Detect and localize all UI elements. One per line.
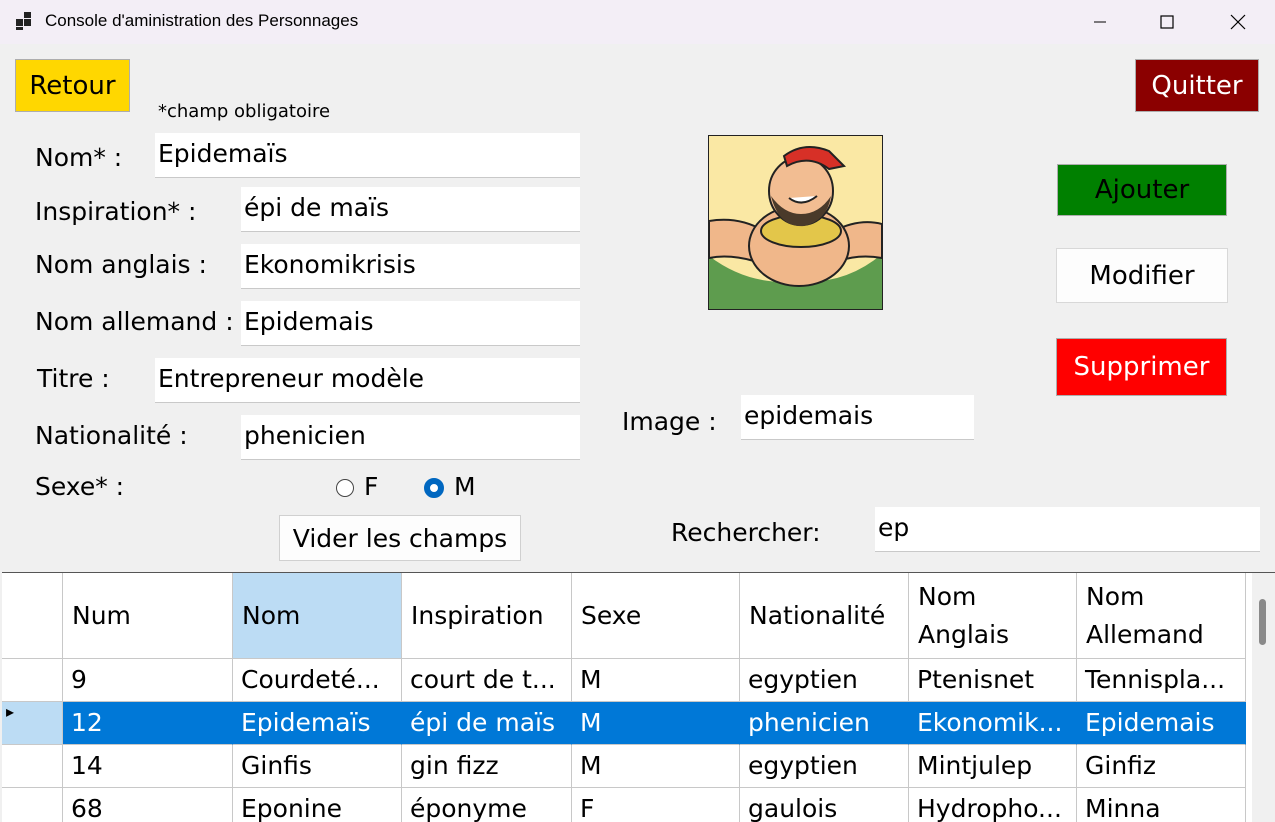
- grid-cell-inspiration[interactable]: épi de maïs: [402, 702, 572, 745]
- title-bar: Console d'aministration des Personnages: [0, 0, 1275, 44]
- search-input[interactable]: ep: [875, 507, 1260, 552]
- grid-header-text: Nom Allemand: [1086, 578, 1204, 654]
- grid-header-nom-anglais[interactable]: Nom Anglais: [909, 573, 1077, 659]
- grid-cell-nom-allemand[interactable]: Minna: [1077, 788, 1246, 822]
- grid-header-nationalit-[interactable]: Nationalité: [740, 573, 909, 659]
- grid-cell-inspiration[interactable]: gin fizz: [402, 745, 572, 788]
- grid-header-line: Num: [72, 600, 131, 630]
- maximize-icon: [1160, 15, 1174, 29]
- row-header[interactable]: [2, 659, 63, 702]
- grid-cell-nom-allemand[interactable]: Tennispla...: [1077, 659, 1246, 702]
- window-title: Console d'aministration des Personnages: [45, 11, 359, 30]
- grid-header-nom-allemand[interactable]: Nom Allemand: [1077, 573, 1246, 659]
- grid-cell-nom-anglais[interactable]: Ekonomik...: [909, 702, 1077, 745]
- grid-header-text: Inspiration: [411, 597, 544, 635]
- nom-anglais-label: Nom anglais :: [35, 250, 207, 279]
- close-icon: [1230, 14, 1246, 30]
- nom-field[interactable]: Epidemaïs: [155, 133, 580, 178]
- scrollbar-thumb[interactable]: [1259, 599, 1266, 645]
- grid-header-line: Nationalité: [749, 600, 886, 630]
- grid-cell-num[interactable]: 9: [63, 659, 233, 702]
- nationalite-label: Nationalité :: [35, 421, 188, 450]
- grid-header-line: Inspiration: [411, 600, 544, 630]
- grid-cell-num[interactable]: 68: [63, 788, 233, 822]
- grid-cell-nom-allemand[interactable]: Epidemais: [1077, 702, 1246, 745]
- image-field[interactable]: epidemais: [741, 395, 974, 440]
- grid-header-line: Allemand: [1086, 619, 1204, 649]
- nationalite-field[interactable]: phenicien: [241, 415, 580, 460]
- grid-cell-inspiration[interactable]: court de t...: [402, 659, 572, 702]
- required-note: *champ obligatoire: [158, 101, 331, 122]
- maximize-button[interactable]: [1132, 0, 1202, 44]
- grid-header-text: Nom Anglais: [918, 578, 1009, 654]
- grid-header-line: Nom: [1086, 581, 1145, 611]
- close-button[interactable]: [1203, 0, 1273, 44]
- nom-label: Nom* :: [35, 143, 123, 172]
- grid-cell-num[interactable]: 14: [63, 745, 233, 788]
- grid-header-text: Sexe: [581, 597, 641, 635]
- minimize-icon: [1094, 21, 1106, 23]
- row-header[interactable]: [2, 745, 63, 788]
- grid-header-text: Nationalité: [749, 597, 885, 635]
- grid-cell-nationalit-[interactable]: phenicien: [740, 702, 909, 745]
- sexe-label: Sexe* :: [35, 472, 125, 501]
- nom-allemand-field[interactable]: Epidemais: [241, 301, 580, 346]
- clear-fields-button[interactable]: Vider les champs: [279, 515, 521, 561]
- grid-header-line: Anglais: [918, 619, 1010, 649]
- grid-cell-nom[interactable]: Courdeté...: [233, 659, 402, 702]
- grid-cell-nom-allemand[interactable]: Ginfiz: [1077, 745, 1246, 788]
- grid-header-corner: [2, 573, 63, 659]
- image-label: Image :: [622, 407, 717, 436]
- delete-button[interactable]: Supprimer: [1056, 338, 1227, 396]
- grid-header-inspiration[interactable]: Inspiration: [402, 573, 572, 659]
- grid-header-line: Nom: [242, 600, 301, 630]
- quit-button[interactable]: Quitter: [1135, 59, 1259, 112]
- grid-cell-sexe[interactable]: M: [572, 659, 740, 702]
- grid-cell-sexe[interactable]: F: [572, 788, 740, 822]
- current-row-arrow-icon: ▸: [6, 702, 15, 721]
- grid-cell-num[interactable]: 12: [63, 702, 233, 745]
- row-header[interactable]: ▸: [2, 702, 63, 745]
- back-button[interactable]: Retour: [15, 59, 130, 112]
- grid-cell-sexe[interactable]: M: [572, 702, 740, 745]
- grid-cell-nationalit-[interactable]: gaulois: [740, 788, 909, 822]
- grid-cell-nationalit-[interactable]: egyptien: [740, 745, 909, 788]
- titre-field[interactable]: Entrepreneur modèle: [155, 358, 580, 403]
- vertical-scrollbar[interactable]: [1252, 573, 1275, 822]
- minimize-button[interactable]: [1065, 0, 1135, 44]
- grid-cell-nom[interactable]: Ginfis: [233, 745, 402, 788]
- titre-label: Titre :: [37, 364, 110, 393]
- grid-cell-nom-anglais[interactable]: Mintjulep: [909, 745, 1077, 788]
- grid-cell-nationalit-[interactable]: egyptien: [740, 659, 909, 702]
- grid-header-text: Nom: [242, 597, 300, 635]
- grid-cell-inspiration[interactable]: éponyme: [402, 788, 572, 822]
- inspiration-label: Inspiration* :: [35, 197, 197, 226]
- grid-header-sexe[interactable]: Sexe: [572, 573, 740, 659]
- grid-cell-nom-anglais[interactable]: Ptenisnet: [909, 659, 1077, 702]
- nom-anglais-field[interactable]: Ekonomikrisis: [241, 244, 580, 289]
- sexe-m-label: M: [454, 472, 476, 501]
- grid-header-num[interactable]: Num: [63, 573, 233, 659]
- add-button[interactable]: Ajouter: [1057, 164, 1227, 216]
- app-icon: [16, 12, 34, 30]
- sexe-f-label: F: [364, 472, 379, 501]
- nom-allemand-label: Nom allemand :: [35, 307, 234, 336]
- characters-grid[interactable]: Num Nom Inspiration Sexe Nationalité Nom Angla…: [2, 572, 1275, 822]
- edit-button[interactable]: Modifier: [1056, 248, 1228, 303]
- grid-header-nom[interactable]: Nom: [233, 573, 402, 659]
- grid-header-line: Nom: [918, 581, 977, 611]
- grid-cell-nom-anglais[interactable]: Hydropho...: [909, 788, 1077, 822]
- grid-header-text: Num: [72, 597, 131, 635]
- row-header[interactable]: [2, 788, 63, 822]
- sexe-m-radio[interactable]: [424, 478, 444, 498]
- search-label: Rechercher:: [671, 518, 821, 547]
- grid-cell-nom[interactable]: Eponine: [233, 788, 402, 822]
- grid-cell-sexe[interactable]: M: [572, 745, 740, 788]
- sexe-f-radio[interactable]: [336, 479, 354, 497]
- grid-header-line: Sexe: [581, 600, 642, 630]
- inspiration-field[interactable]: épi de maïs: [241, 187, 580, 232]
- grid-cell-nom[interactable]: Epidemaïs: [233, 702, 402, 745]
- character-image: [708, 135, 883, 310]
